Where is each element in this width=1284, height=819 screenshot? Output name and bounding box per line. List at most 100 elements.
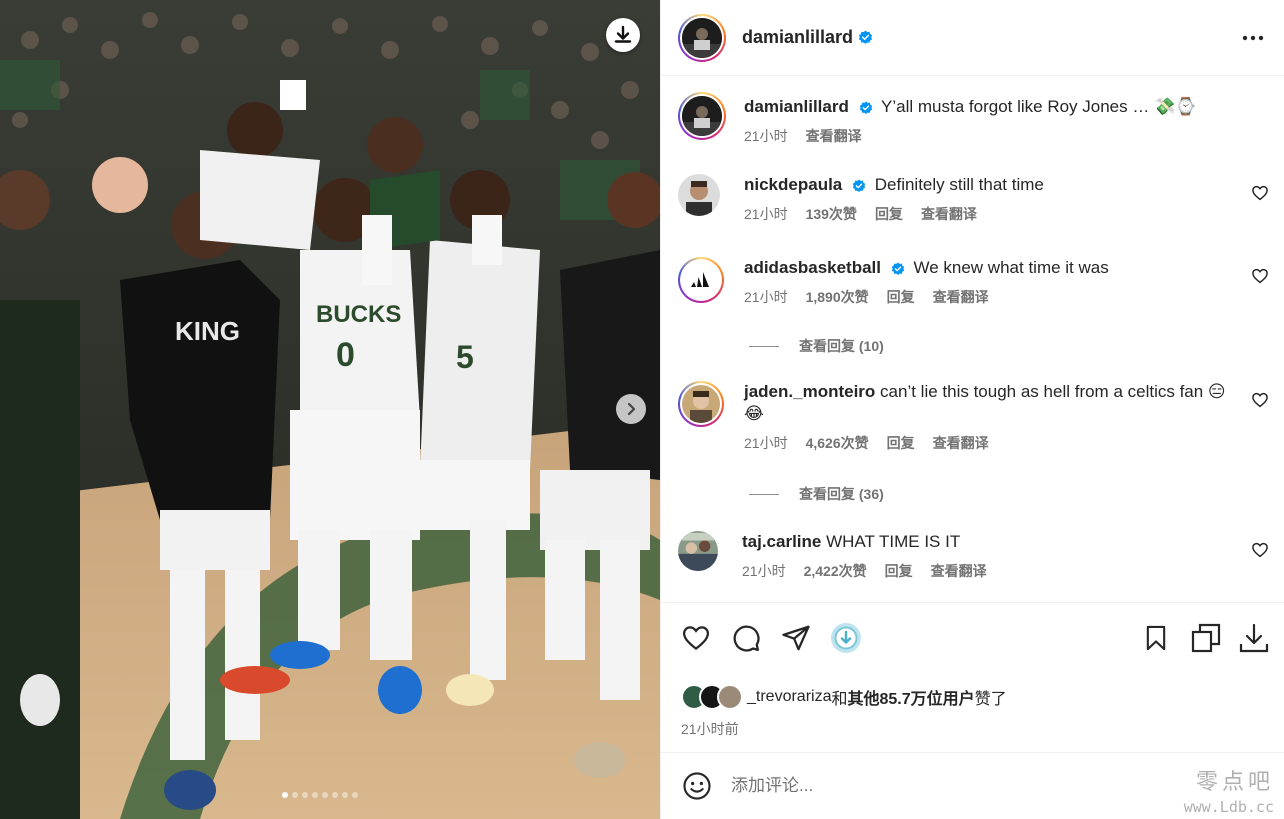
more-horizontal-icon [1242,35,1264,40]
jersey-1-text: BUCKS [316,301,401,328]
comments-list[interactable]: damianlillard Y’all musta forgot like Ro… [661,76,1284,602]
like-button[interactable] [679,621,713,655]
caption-time: 21小时 [744,128,788,144]
comment-likes-count[interactable]: 1,890次赞 [806,287,869,307]
download-circle-icon [831,623,861,653]
comment-time: 21小时 [744,206,788,222]
comment-time: 21小时 [744,435,788,451]
comment-item: taj.carline WHAT TIME IS IT 21小时 2,422次赞… [678,531,1269,581]
photo-scene: KING BUCKS 0 5 [0,0,660,819]
verified-badge-icon [891,262,904,275]
comment-like-heart-icon[interactable] [1251,184,1269,202]
download-extension-button[interactable] [829,621,863,655]
adidas-logo-icon [682,261,720,299]
save-button[interactable] [1139,621,1173,655]
carousel-dot [282,792,288,798]
comment-avatar[interactable] [678,381,724,427]
comment-username[interactable]: taj.carline [742,532,821,551]
caption-translate-link[interactable]: 查看翻译 [806,126,862,146]
comment-avatar[interactable] [678,174,720,216]
emoji-button[interactable] [681,770,713,802]
carousel-dot [312,792,318,798]
comment-time: 21小时 [742,563,786,579]
carousel-dot [342,792,348,798]
reply-button[interactable]: 回复 [875,204,903,224]
author-avatar-image [682,17,722,58]
download-button[interactable] [1237,621,1271,655]
post-photo[interactable]: KING BUCKS 0 5 [0,0,660,819]
jersey-1-number: 0 [336,336,355,374]
caption-avatar[interactable] [678,92,726,140]
caption-text: Y’all musta forgot like Roy Jones … 💸⌚ [881,97,1197,116]
comment-username[interactable]: nickdepaula [744,175,842,194]
likes-others[interactable]: 其他85.7万位用户 [848,685,975,709]
likes-summary[interactable]: _trevorariza 和其他85.7万位用户 赞了 [681,684,1007,710]
more-options-button[interactable] [1238,23,1268,53]
photo-download-button[interactable] [606,18,640,52]
comment-like-heart-icon[interactable] [1251,541,1269,559]
smiley-icon [683,772,711,800]
add-comment-bar [661,752,1284,819]
download-icon [614,25,632,43]
caption: damianlillard Y’all musta forgot like Ro… [678,92,1269,146]
translate-link[interactable]: 查看翻译 [933,433,989,453]
comment-avatar[interactable] [678,531,718,571]
comment-input[interactable] [731,776,1131,796]
author-avatar[interactable] [678,13,726,62]
verified-badge-icon [858,30,873,44]
carousel-dot [292,792,298,798]
caption-avatar-image [682,96,722,136]
comment-like-heart-icon[interactable] [1251,267,1269,285]
post-header: damianlillard [661,0,1284,76]
translate-link[interactable]: 查看翻译 [933,287,989,307]
heart-icon [682,626,710,651]
copy-button[interactable] [1189,621,1223,655]
view-replies-button[interactable]: 查看回复 (10) [749,336,884,356]
comment-text: We knew what time it was [913,258,1109,277]
comment-item: jaden._monteiro can’t lie this tough as … [678,381,1269,453]
replies-divider [749,493,779,495]
post-actions-bar [661,602,1284,680]
shirt-text: KING [175,316,240,346]
share-button[interactable] [779,621,813,655]
carousel-dot [322,792,328,798]
view-replies-label: 查看回复 (36) [799,486,884,502]
download-icon [1239,623,1269,653]
reply-button[interactable]: 回复 [887,433,915,453]
liker-username[interactable]: _trevorariza [747,688,831,706]
bookmark-icon [1146,625,1166,651]
author-username[interactable]: damianlillard [742,27,853,48]
comment-text: Definitely still that time [874,175,1044,194]
view-replies-button[interactable]: 查看回复 (36) [749,484,884,504]
caption-username[interactable]: damianlillard [744,97,849,116]
comment-avatar[interactable] [678,257,724,303]
comment-likes-count[interactable]: 2,422次赞 [804,561,867,581]
likes-connector: 和 [831,691,848,708]
likes-suffix: 赞了 [974,691,1007,708]
carousel-dot [352,792,358,798]
chevron-right-icon [627,402,636,416]
comment-time: 21小时 [744,289,788,305]
liker-avatar [717,684,743,710]
translate-link[interactable]: 查看翻译 [931,561,987,581]
comment-button[interactable] [729,621,763,655]
comment-username[interactable]: jaden._monteiro [744,382,875,401]
post-time: 21小时前 [681,721,739,737]
copy-icon [1191,623,1221,653]
replies-divider [749,345,779,347]
carousel-dot [302,792,308,798]
comment-avatar-image [682,385,720,423]
translate-link[interactable]: 查看翻译 [921,204,977,224]
verified-badge-icon [859,101,872,114]
comment-like-heart-icon[interactable] [1251,391,1269,409]
comment-item: adidasbasketball We knew what time it wa… [678,257,1269,307]
reply-button[interactable]: 回复 [885,561,913,581]
reply-button[interactable]: 回复 [887,287,915,307]
jersey-2-number: 5 [456,339,474,375]
carousel-dot [332,792,338,798]
comment-username[interactable]: adidasbasketball [744,258,881,277]
comment-likes-count[interactable]: 4,626次赞 [806,433,869,453]
comment-likes-count[interactable]: 139次赞 [806,204,857,224]
liker-avatars [681,684,743,710]
carousel-next-button[interactable] [616,394,646,424]
